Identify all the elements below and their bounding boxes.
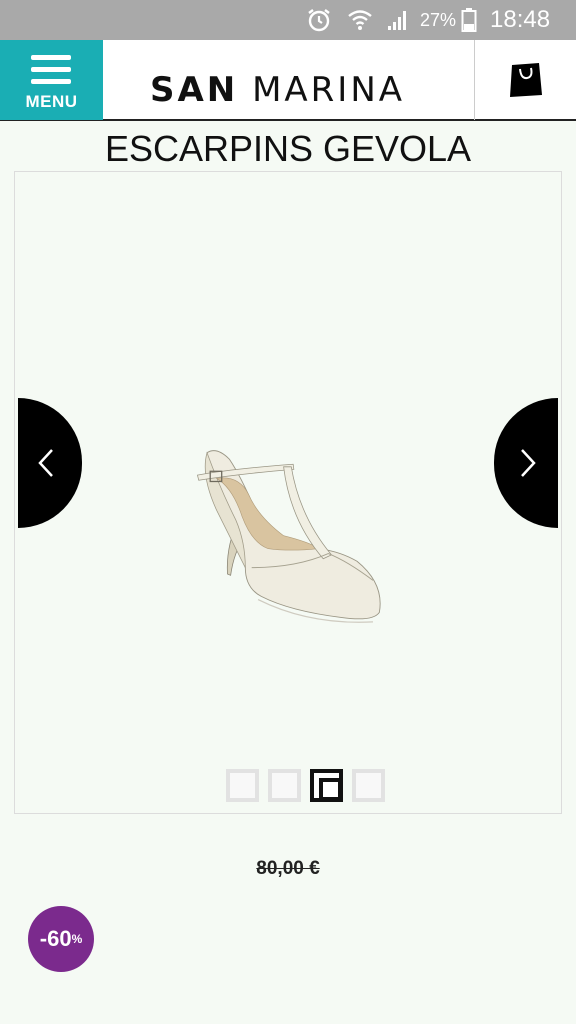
site-header: MENU SAN MARINA (0, 40, 576, 121)
wifi-icon (346, 0, 376, 40)
pagination-dot-3-active[interactable] (310, 769, 343, 802)
battery-icon (461, 0, 479, 40)
product-image[interactable] (120, 440, 460, 740)
brand-logo[interactable]: SAN MARINA (150, 70, 405, 110)
signal-icon (386, 0, 412, 40)
menu-label: MENU (25, 92, 78, 111)
pagination-dot-4[interactable] (352, 769, 385, 802)
chevron-left-icon (38, 449, 53, 477)
battery-percent: 27% (420, 9, 457, 30)
discount-suffix: % (71, 932, 83, 946)
shopping-bag-icon (509, 63, 542, 97)
image-pagination (226, 769, 385, 803)
clock: 18:48 (490, 6, 551, 33)
chevron-right-icon (521, 449, 536, 477)
pagination-dot-2[interactable] (268, 769, 301, 802)
cart-button[interactable] (474, 40, 576, 120)
brand-name-bold: SAN (150, 70, 239, 110)
original-price: 80,00 € (256, 858, 320, 879)
status-bar: 27% 18:48 (0, 0, 576, 40)
menu-button[interactable]: MENU (0, 40, 103, 120)
discount-badge: -60% (28, 906, 94, 972)
discount-value: -60 (39, 926, 72, 951)
product-title: ESCARPINS GEVOLA (104, 128, 472, 169)
hamburger-icon (31, 55, 71, 84)
pagination-dot-1[interactable] (226, 769, 259, 802)
alarm-icon (306, 0, 334, 40)
brand-name-regular: MARINA (252, 70, 406, 110)
